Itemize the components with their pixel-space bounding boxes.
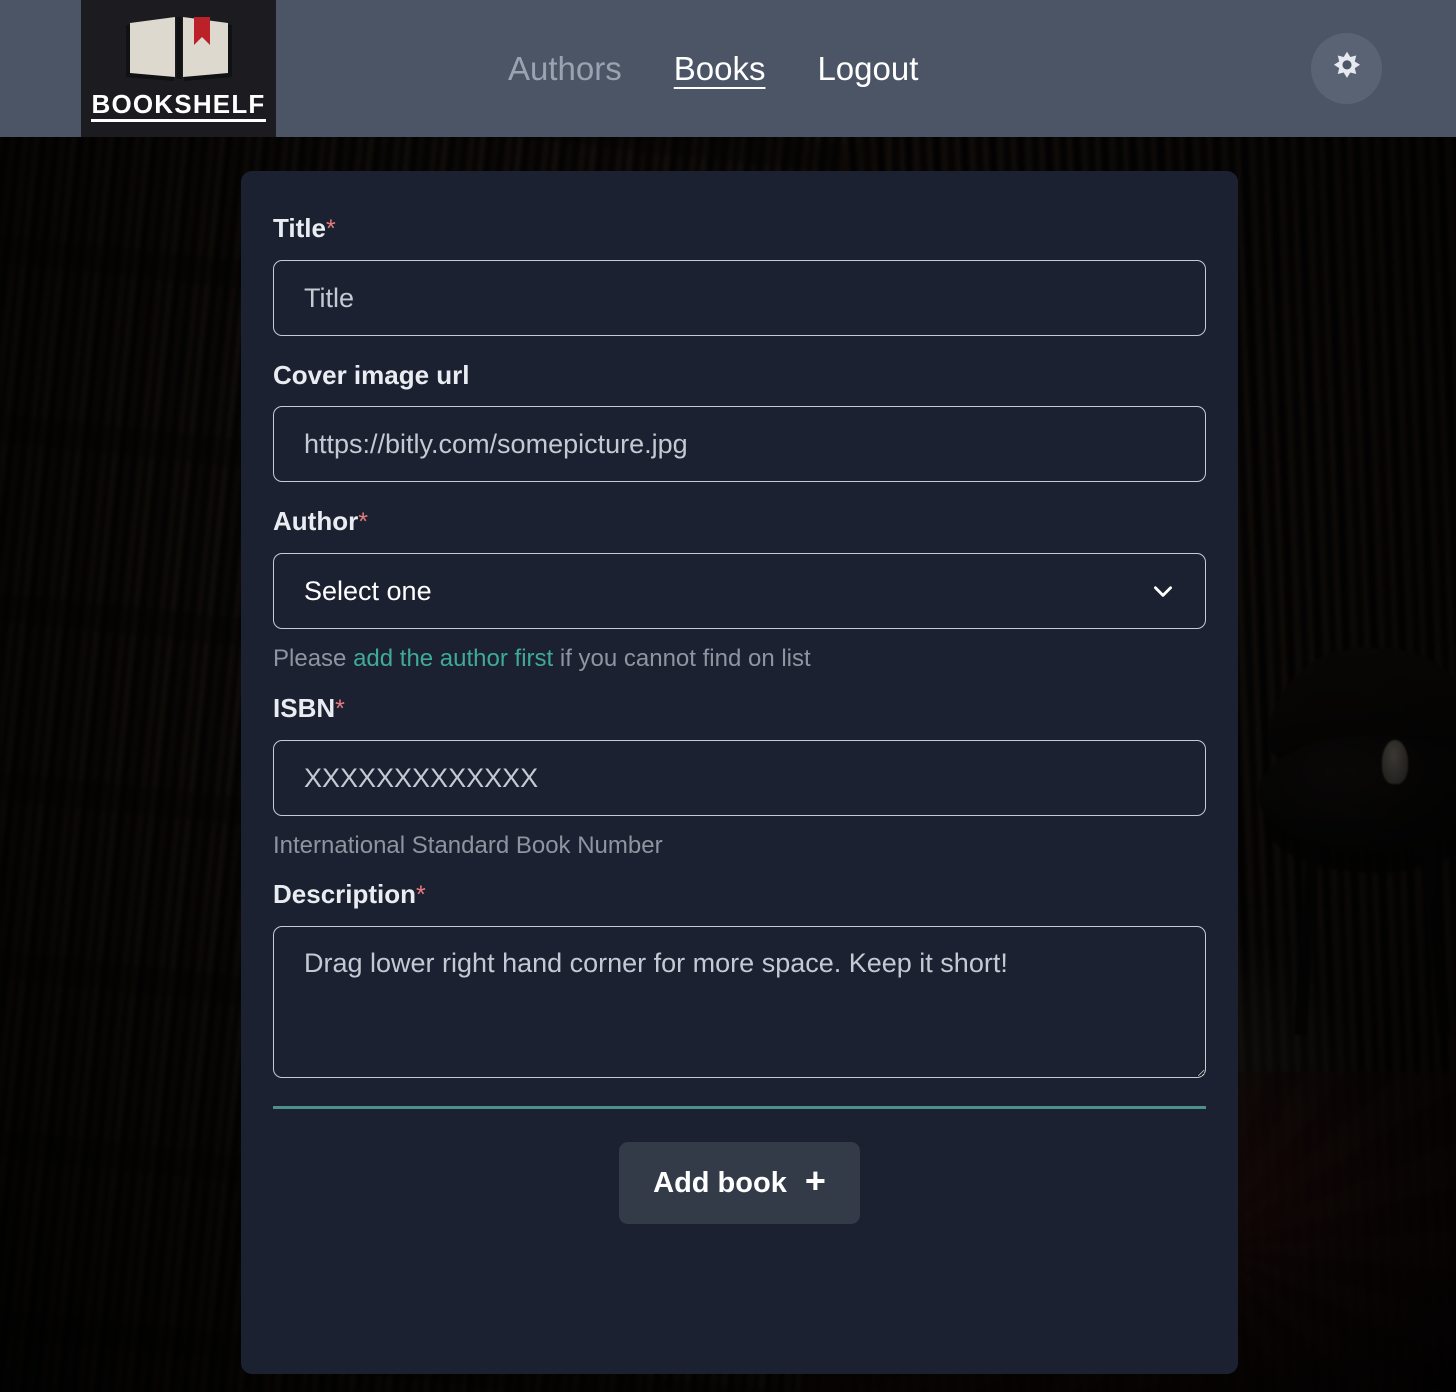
label-cover-image-url: Cover image url	[273, 360, 470, 390]
nav-item-authors[interactable]: Authors	[508, 52, 622, 85]
isbn-helper-text: International Standard Book Number	[273, 831, 663, 859]
logo[interactable]: BOOKSHELF	[81, 0, 276, 137]
form-divider	[273, 1106, 1206, 1110]
open-book-icon	[120, 15, 238, 89]
required-marker: *	[335, 694, 345, 723]
main-nav: Authors Books Logout	[508, 0, 918, 137]
author-helper-prefix: Please	[273, 645, 354, 672]
theme-toggle-button[interactable]	[1311, 33, 1382, 104]
label-description: Description*	[273, 881, 1206, 908]
title-input[interactable]	[273, 260, 1206, 336]
nav-item-logout[interactable]: Logout	[817, 52, 918, 85]
required-marker: *	[325, 215, 336, 243]
isbn-input[interactable]	[273, 739, 1206, 816]
author-helper-text: Please add the author first if you canno…	[273, 645, 1206, 673]
label-isbn-text: ISBN	[273, 692, 336, 723]
label-title: Title*	[273, 215, 1206, 242]
author-select[interactable]: Select one	[273, 553, 1206, 629]
label-isbn: ISBN*	[273, 695, 1206, 722]
author-select-wrapper: Select one	[273, 553, 1206, 629]
field-cover-image-url: Cover image url	[273, 362, 1206, 482]
sun-gear-icon	[1330, 50, 1364, 87]
author-helper-suffix: if you cannot find on list	[553, 645, 811, 672]
required-marker: *	[358, 508, 368, 536]
description-textarea[interactable]	[273, 926, 1206, 1079]
field-author: Author* Select one Please add the author…	[273, 508, 1206, 673]
label-description-text: Description	[273, 879, 417, 910]
add-book-button[interactable]: Add book +	[619, 1142, 860, 1225]
top-navigation-bar: BOOKSHELF Authors Books Logout	[0, 0, 1456, 137]
add-author-link[interactable]: add the author first	[353, 645, 553, 672]
nav-item-books[interactable]: Books	[674, 52, 766, 85]
cover-image-url-input[interactable]	[273, 406, 1206, 482]
field-isbn: ISBN* International Standard Book Number	[273, 695, 1206, 860]
label-author: Author*	[273, 508, 1206, 535]
field-title: Title*	[273, 215, 1206, 336]
field-description: Description*	[273, 881, 1206, 1079]
label-author-text: Author	[273, 506, 359, 536]
add-book-form-card: Title* Cover image url Author* Select on…	[241, 171, 1238, 1374]
label-title-text: Title	[273, 213, 326, 243]
submit-row: Add book +	[273, 1142, 1206, 1225]
required-marker: *	[416, 881, 426, 910]
plus-icon: +	[804, 1160, 826, 1202]
add-book-button-label: Add book	[653, 1166, 787, 1199]
logo-text: BOOKSHELF	[91, 91, 266, 122]
